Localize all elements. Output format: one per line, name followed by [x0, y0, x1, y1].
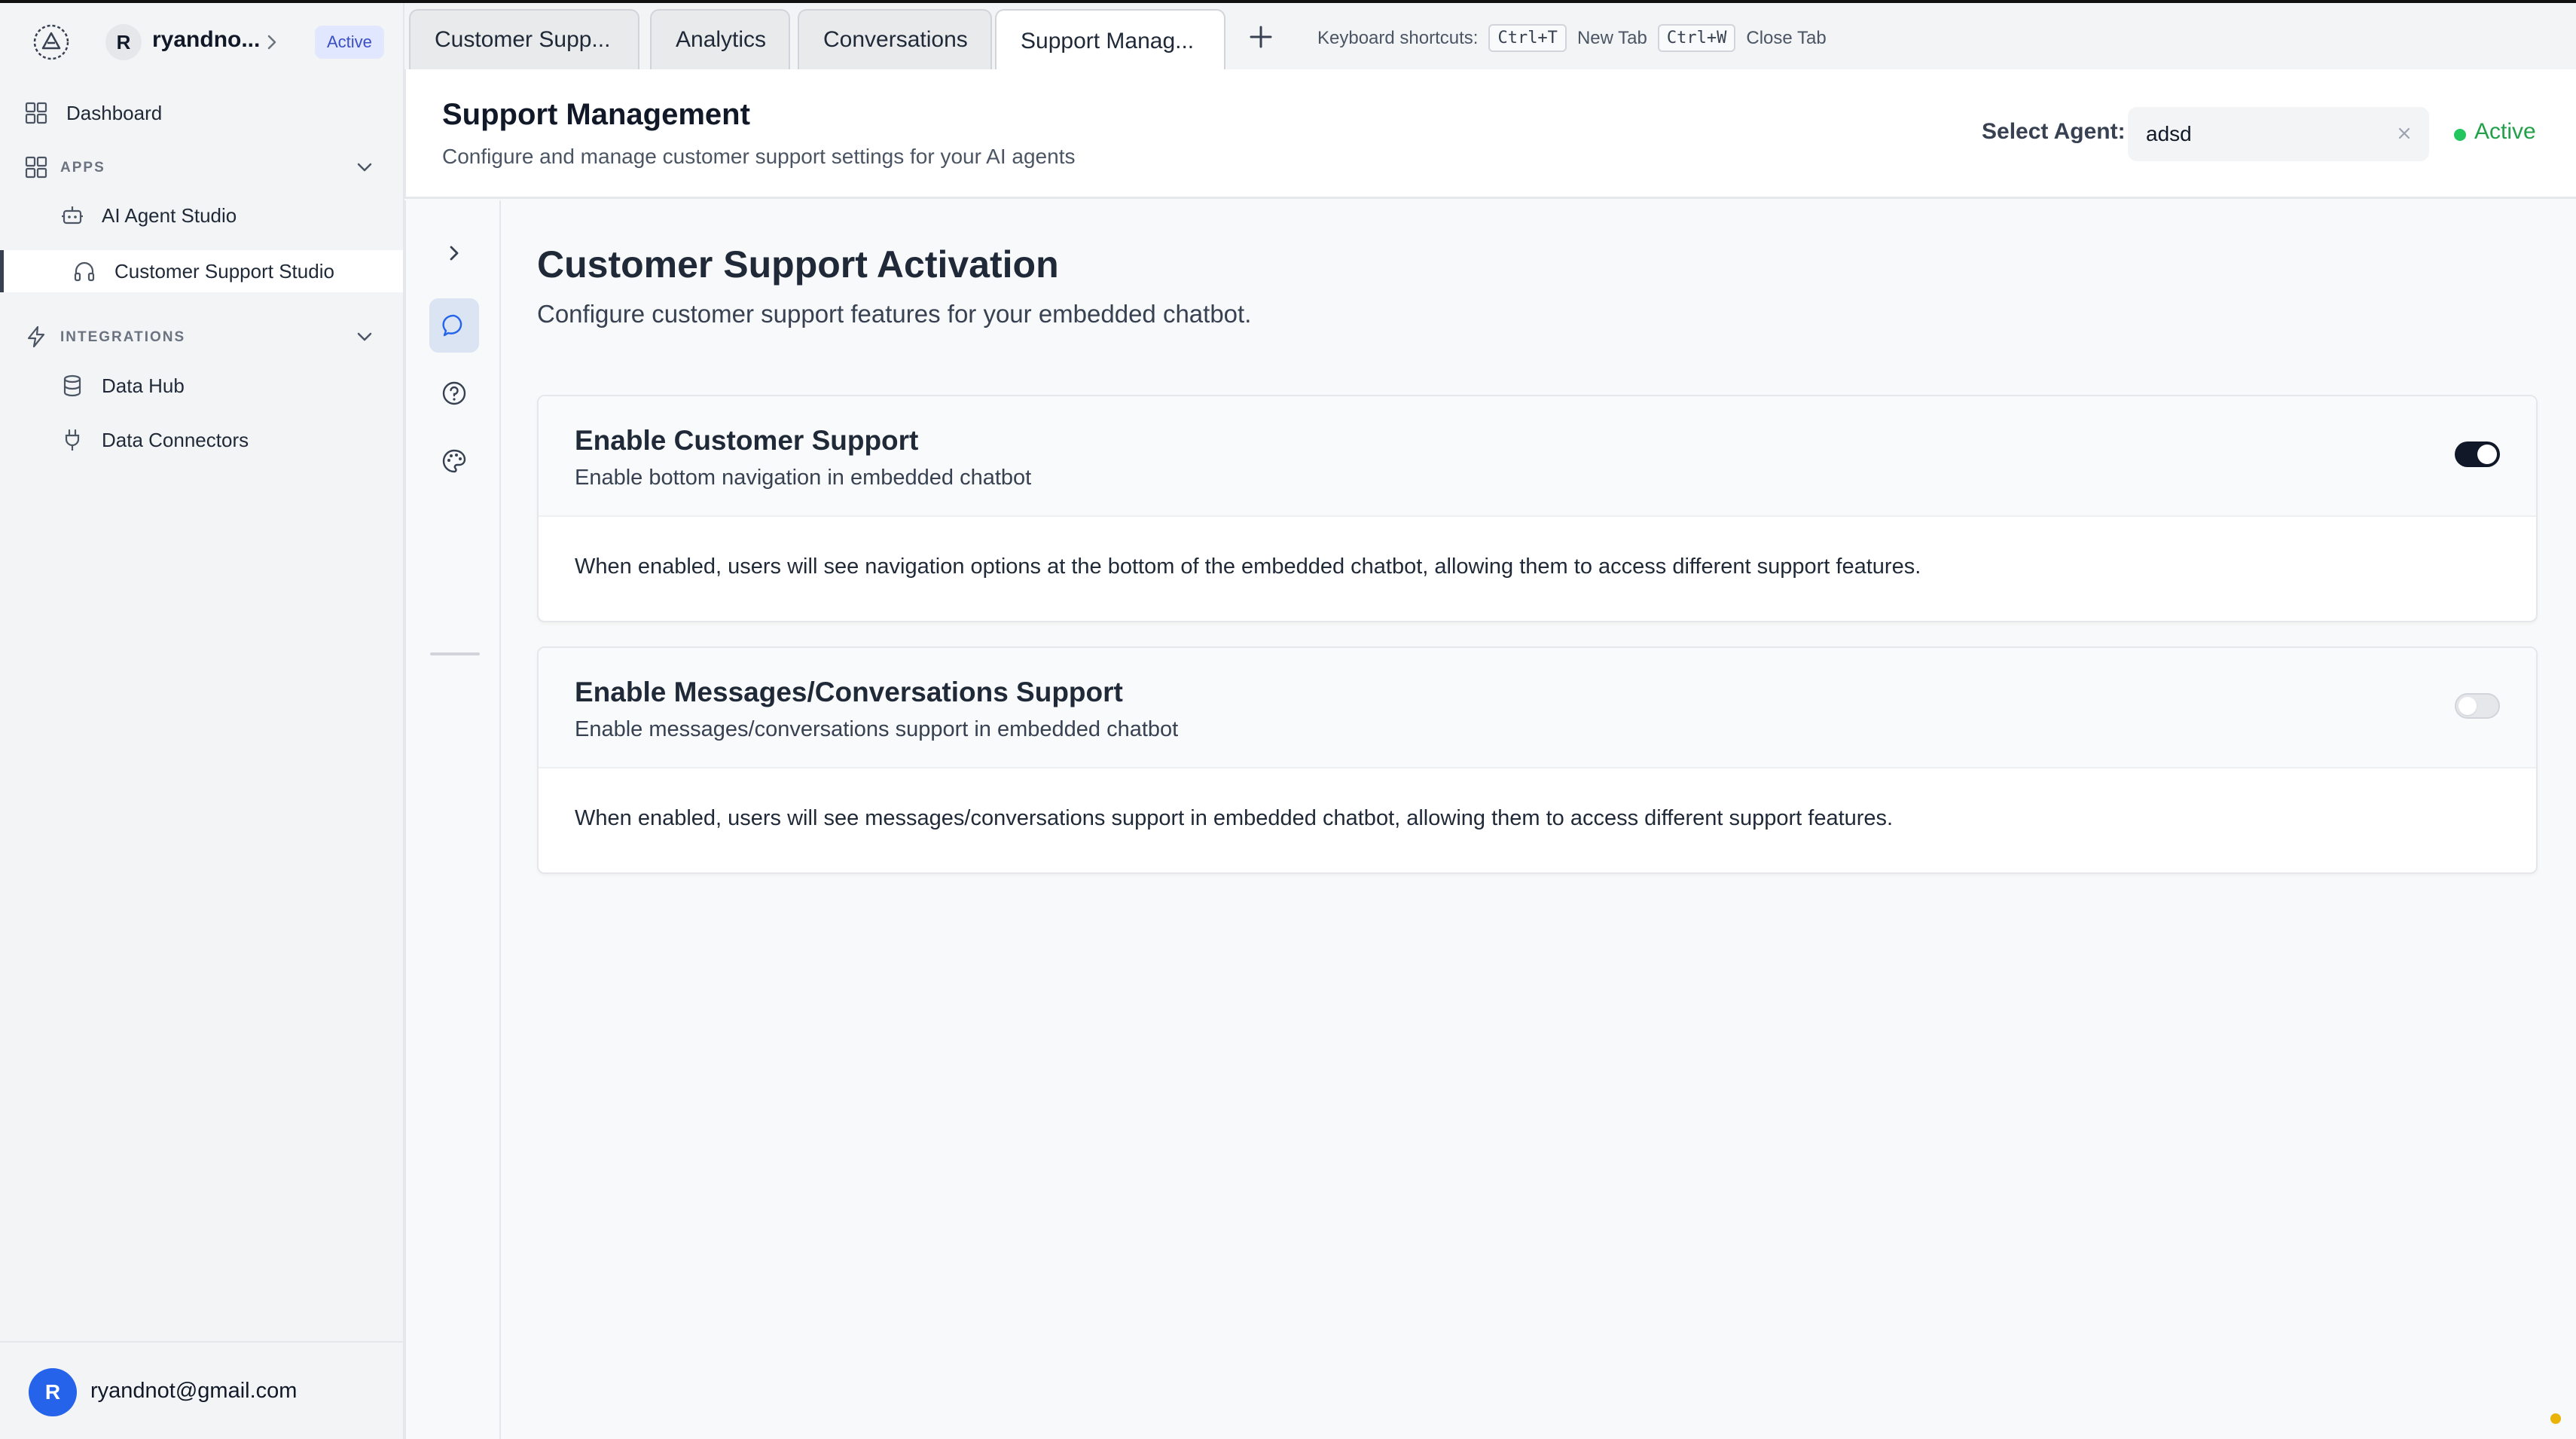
database-icon — [63, 374, 81, 397]
card-subtitle: Enable messages/conversations support in… — [575, 717, 1179, 741]
icon-rail — [404, 200, 501, 1439]
sidebar-item-label: AI Agent Studio — [102, 203, 237, 227]
grid-icon — [25, 102, 47, 124]
section-label-integrations: INTEGRATIONS — [60, 329, 186, 345]
headphones-icon — [74, 261, 95, 282]
user-profile[interactable]: R ryandnot@gmail.com — [0, 1341, 403, 1439]
plug-icon — [65, 429, 80, 451]
shortcuts-label: Keyboard shortcuts: — [1317, 27, 1479, 48]
chevron-down-icon[interactable] — [353, 325, 376, 348]
sidebar-item-data-hub[interactable]: Data Hub — [0, 365, 403, 407]
workspace-status-badge: Active — [315, 26, 384, 59]
new-tab-plus-icon[interactable] — [1248, 24, 1274, 50]
new-tab-label: New Tab — [1576, 27, 1647, 48]
agent-select[interactable]: adsd — [2128, 107, 2429, 161]
lightning-icon — [27, 325, 45, 348]
toggle-knob — [2458, 697, 2477, 715]
messages-support-toggle[interactable] — [2455, 693, 2500, 719]
rail-help-button[interactable] — [429, 366, 479, 420]
section-description: Configure customer support features for … — [537, 300, 1252, 328]
workspace-avatar[interactable]: R — [105, 24, 142, 60]
card-header: Enable Customer Support Enable bottom na… — [539, 396, 2536, 517]
chevron-right-icon — [450, 246, 459, 261]
page-title: Support Management — [442, 98, 750, 131]
sidebar-item-customer-support-studio[interactable]: Customer Support Studio — [0, 250, 403, 292]
close-tab-label: Close Tab — [1746, 27, 1827, 48]
tab-support-management[interactable]: Support Manag... — [995, 9, 1225, 72]
chevron-down-icon[interactable] — [353, 156, 376, 179]
clear-icon[interactable] — [2396, 125, 2413, 142]
agent-select-value: adsd — [2146, 122, 2192, 145]
page-header: Support Management Configure and manage … — [404, 69, 2576, 199]
apps-grid-icon — [25, 156, 47, 179]
status-dot — [2454, 129, 2466, 141]
keyboard-shortcuts: Keyboard shortcuts: Ctrl+T New Tab Ctrl+… — [1317, 24, 1827, 52]
rail-divider — [430, 652, 480, 655]
customer-support-card: Enable Customer Support Enable bottom na… — [537, 395, 2538, 622]
card-title: Enable Messages/Conversations Support — [575, 677, 1123, 707]
tab-bar: Customer Supp... Analytics Conversations… — [404, 3, 2576, 72]
section-title: Customer Support Activation — [537, 243, 1059, 286]
palette-icon — [442, 449, 466, 473]
tab-conversations[interactable]: Conversations — [798, 9, 992, 69]
card-body: When enabled, users will see messages/co… — [575, 806, 1894, 830]
sidebar-section-integrations[interactable]: INTEGRATIONS — [0, 316, 403, 358]
help-circle-icon — [442, 381, 466, 405]
sidebar-section-apps[interactable]: APPS — [0, 146, 403, 188]
close-tab-key: Ctrl+W — [1657, 24, 1736, 52]
workspace-name[interactable]: ryandno... — [152, 27, 260, 53]
sidebar: R ryandno... Active Dashboard APPS AI Ag… — [0, 3, 404, 1439]
notification-dot — [2550, 1413, 2561, 1424]
app-logo-icon[interactable] — [32, 23, 71, 62]
chevron-right-icon[interactable] — [264, 29, 282, 56]
tab-analytics[interactable]: Analytics — [650, 9, 790, 69]
tab-customer-support[interactable]: Customer Supp... — [409, 9, 639, 69]
active-indicator — [0, 250, 4, 292]
sidebar-item-ai-agent-studio[interactable]: AI Agent Studio — [0, 194, 403, 237]
sidebar-item-label: Data Connectors — [102, 428, 249, 451]
card-title: Enable Customer Support — [575, 425, 919, 456]
sidebar-item-dashboard[interactable]: Dashboard — [0, 92, 403, 134]
section-label-apps: APPS — [60, 160, 105, 176]
card-body: When enabled, users will see navigation … — [575, 555, 1921, 579]
customer-support-toggle[interactable] — [2455, 441, 2500, 467]
rail-messages-button[interactable] — [429, 298, 479, 353]
sidebar-item-label: Data Hub — [102, 374, 185, 397]
agent-status: Active — [2474, 119, 2536, 144]
robot-icon — [62, 206, 83, 225]
page-subtitle: Configure and manage customer support se… — [442, 145, 1076, 168]
toggle-knob — [2477, 445, 2497, 464]
rail-appearance-button[interactable] — [429, 434, 479, 488]
card-subtitle: Enable bottom navigation in embedded cha… — [575, 466, 1032, 490]
expand-rail-button[interactable] — [429, 226, 479, 280]
sidebar-item-label: Customer Support Studio — [114, 259, 334, 283]
sidebar-item-data-connectors[interactable]: Data Connectors — [0, 419, 403, 461]
new-tab-key: Ctrl+T — [1488, 24, 1567, 52]
select-agent-label: Select Agent: — [1982, 119, 2126, 144]
avatar[interactable]: R — [29, 1368, 77, 1416]
workspace-header: R ryandno... Active — [0, 18, 404, 66]
main-panel: Support Management Configure and manage … — [404, 69, 2576, 1439]
sidebar-item-label: Dashboard — [66, 101, 163, 124]
card-header: Enable Messages/Conversations Support En… — [539, 648, 2536, 768]
messages-support-card: Enable Messages/Conversations Support En… — [537, 646, 2538, 874]
chat-bubble-icon — [442, 314, 462, 337]
user-email: ryandnot@gmail.com — [90, 1379, 298, 1403]
